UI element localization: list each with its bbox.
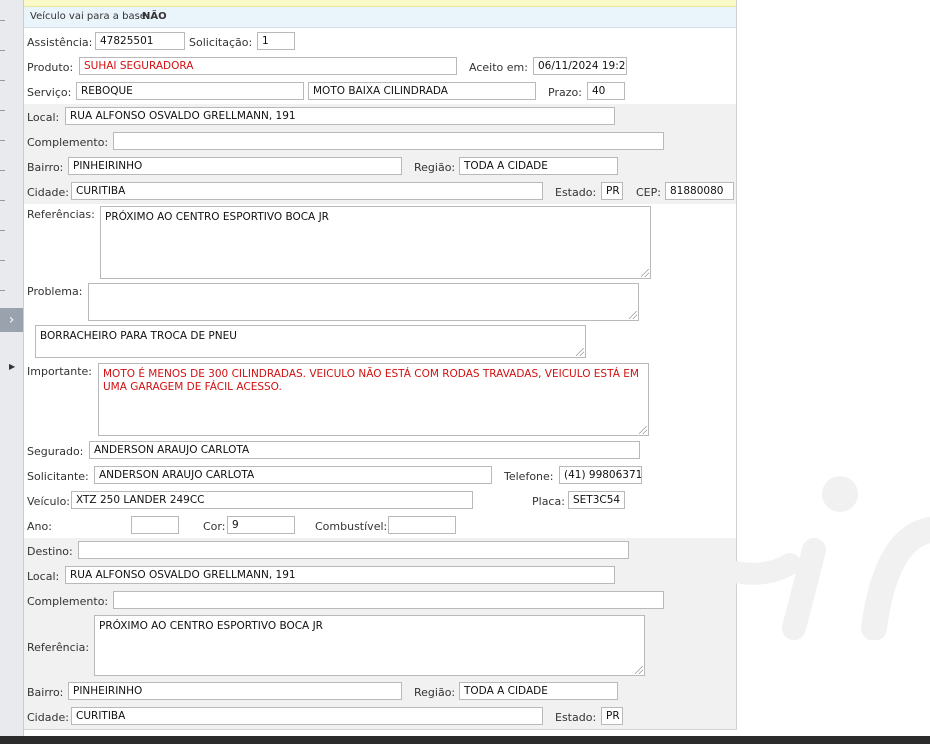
cidade-label: Cidade: — [27, 186, 69, 199]
prazo-field[interactable]: 40 — [587, 82, 625, 100]
destino-local-field[interactable]: RUA ALFONSO OSVALDO GRELLMANN, 191 — [65, 566, 615, 584]
notice-label: Veículo vai para a base: — [30, 11, 150, 22]
resize-grip-icon[interactable] — [639, 426, 647, 434]
destino-regiao-label: Região: — [414, 686, 456, 699]
destino-cidade-field[interactable]: CURITIBA — [71, 707, 543, 725]
complemento-label: Complemento: — [27, 136, 109, 149]
regiao-field[interactable]: TODA A CIDADE — [459, 157, 618, 175]
servico-field[interactable]: REBOQUE — [76, 82, 304, 100]
problema-label: Problema: — [27, 285, 83, 298]
base-notice: Veículo vai para a base: NÃO — [24, 7, 736, 28]
destino-bairro-label: Bairro: — [27, 686, 64, 699]
estado-label: Estado: — [555, 186, 597, 199]
resize-grip-icon[interactable] — [641, 269, 649, 277]
taskbar — [0, 736, 930, 744]
cidade-field[interactable]: CURITIBA — [71, 182, 543, 200]
bairro-label: Bairro: — [27, 161, 64, 174]
solicitante-label: Solicitante: — [27, 470, 89, 483]
destino-complemento-label: Complemento: — [27, 595, 109, 608]
complemento-field[interactable] — [113, 132, 664, 150]
destino-referencia-label: Referência: — [27, 641, 90, 654]
prazo-label: Prazo: — [548, 86, 582, 99]
destino-field[interactable] — [78, 541, 629, 559]
cep-field[interactable]: 81880080 — [665, 182, 734, 200]
assistencia-label: Assistência: — [27, 36, 93, 49]
servico-tipo-field[interactable]: MOTO BAIXA CILINDRADA — [308, 82, 536, 100]
notice-value: NÃO — [142, 11, 167, 22]
cor-label: Cor: — [203, 520, 226, 533]
watermark-logo-icon — [736, 476, 930, 640]
telefone-label: Telefone: — [504, 470, 554, 483]
header-bar — [24, 0, 736, 7]
aceito-label: Aceito em: — [469, 61, 528, 74]
importante-textarea[interactable]: MOTO É MENOS DE 300 CILINDRADAS. VEICULO… — [98, 363, 649, 436]
referencias-textarea[interactable]: PRÓXIMO AO CENTRO ESPORTIVO BOCA JR — [100, 206, 651, 279]
expand-panel-button[interactable]: › — [0, 308, 23, 332]
importante-text: MOTO É MENOS DE 300 CILINDRADAS. VEICULO… — [103, 368, 639, 393]
solicitante-field[interactable]: ANDERSON ARAUJO CARLOTA — [94, 466, 492, 484]
resize-grip-icon[interactable] — [576, 348, 584, 356]
estado-field[interactable]: PR — [601, 182, 623, 200]
problema-textarea[interactable] — [88, 283, 639, 321]
destino-cidade-label: Cidade: — [27, 711, 69, 724]
segurado-field[interactable]: ANDERSON ARAUJO CARLOTA — [89, 441, 640, 459]
aceito-field[interactable]: 06/11/2024 19:22 — [533, 57, 627, 75]
local-label: Local: — [27, 111, 60, 124]
destino-referencia-textarea[interactable]: PRÓXIMO AO CENTRO ESPORTIVO BOCA JR — [94, 615, 645, 676]
destino-bairro-field[interactable]: PINHEIRINHO — [68, 682, 402, 700]
ano-label: Ano: — [27, 520, 52, 533]
referencias-text: PRÓXIMO AO CENTRO ESPORTIVO BOCA JR — [105, 211, 329, 223]
caret-right-icon[interactable]: ▶ — [9, 362, 15, 371]
destino-local-label: Local: — [27, 570, 60, 583]
resize-grip-icon[interactable] — [629, 311, 637, 319]
telefone-field[interactable]: (41) 998063718 — [559, 466, 642, 484]
bairro-field[interactable]: PINHEIRINHO — [68, 157, 402, 175]
veiculo-field[interactable]: XTZ 250 LANDER 249CC — [71, 491, 473, 509]
produto-field[interactable]: SUHAI SEGURADORA — [79, 57, 457, 75]
placa-field[interactable]: SET3C54 — [568, 491, 625, 509]
solicitacao-field[interactable]: 1 — [257, 32, 295, 50]
chevron-right-icon: › — [8, 312, 15, 328]
regiao-label: Região: — [414, 161, 456, 174]
placa-label: Placa: — [532, 495, 565, 508]
left-sidebar — [0, 0, 24, 744]
combustivel-label: Combustível: — [315, 520, 388, 533]
destino-complemento-field[interactable] — [113, 591, 664, 609]
destino-estado-label: Estado: — [555, 711, 597, 724]
referencias-label: Referências: — [27, 208, 95, 221]
destino-referencia-text: PRÓXIMO AO CENTRO ESPORTIVO BOCA JR — [99, 620, 323, 632]
servico-label: Serviço: — [27, 86, 72, 99]
solicitacao-label: Solicitação: — [189, 36, 253, 49]
local-field[interactable]: RUA ALFONSO OSVALDO GRELLMANN, 191 — [65, 107, 615, 125]
destino-regiao-field[interactable]: TODA A CIDADE — [459, 682, 618, 700]
ano-field[interactable] — [131, 516, 179, 534]
combustivel-field[interactable] — [388, 516, 456, 534]
segurado-label: Segurado: — [27, 445, 84, 458]
problema-detalhe-text: BORRACHEIRO PARA TROCA DE PNEU — [40, 330, 237, 342]
resize-grip-icon[interactable] — [635, 666, 643, 674]
importante-label: Importante: — [27, 365, 93, 378]
destino-estado-field[interactable]: PR — [601, 707, 623, 725]
cep-label: CEP: — [636, 186, 661, 199]
problema-detalhe-textarea[interactable]: BORRACHEIRO PARA TROCA DE PNEU — [35, 325, 586, 358]
produto-label: Produto: — [27, 61, 74, 74]
cor-field[interactable]: 9 — [227, 516, 295, 534]
veiculo-label: Veículo: — [27, 495, 71, 508]
destino-label: Destino: — [27, 545, 73, 558]
assistencia-field[interactable]: 47825501 — [95, 32, 185, 50]
